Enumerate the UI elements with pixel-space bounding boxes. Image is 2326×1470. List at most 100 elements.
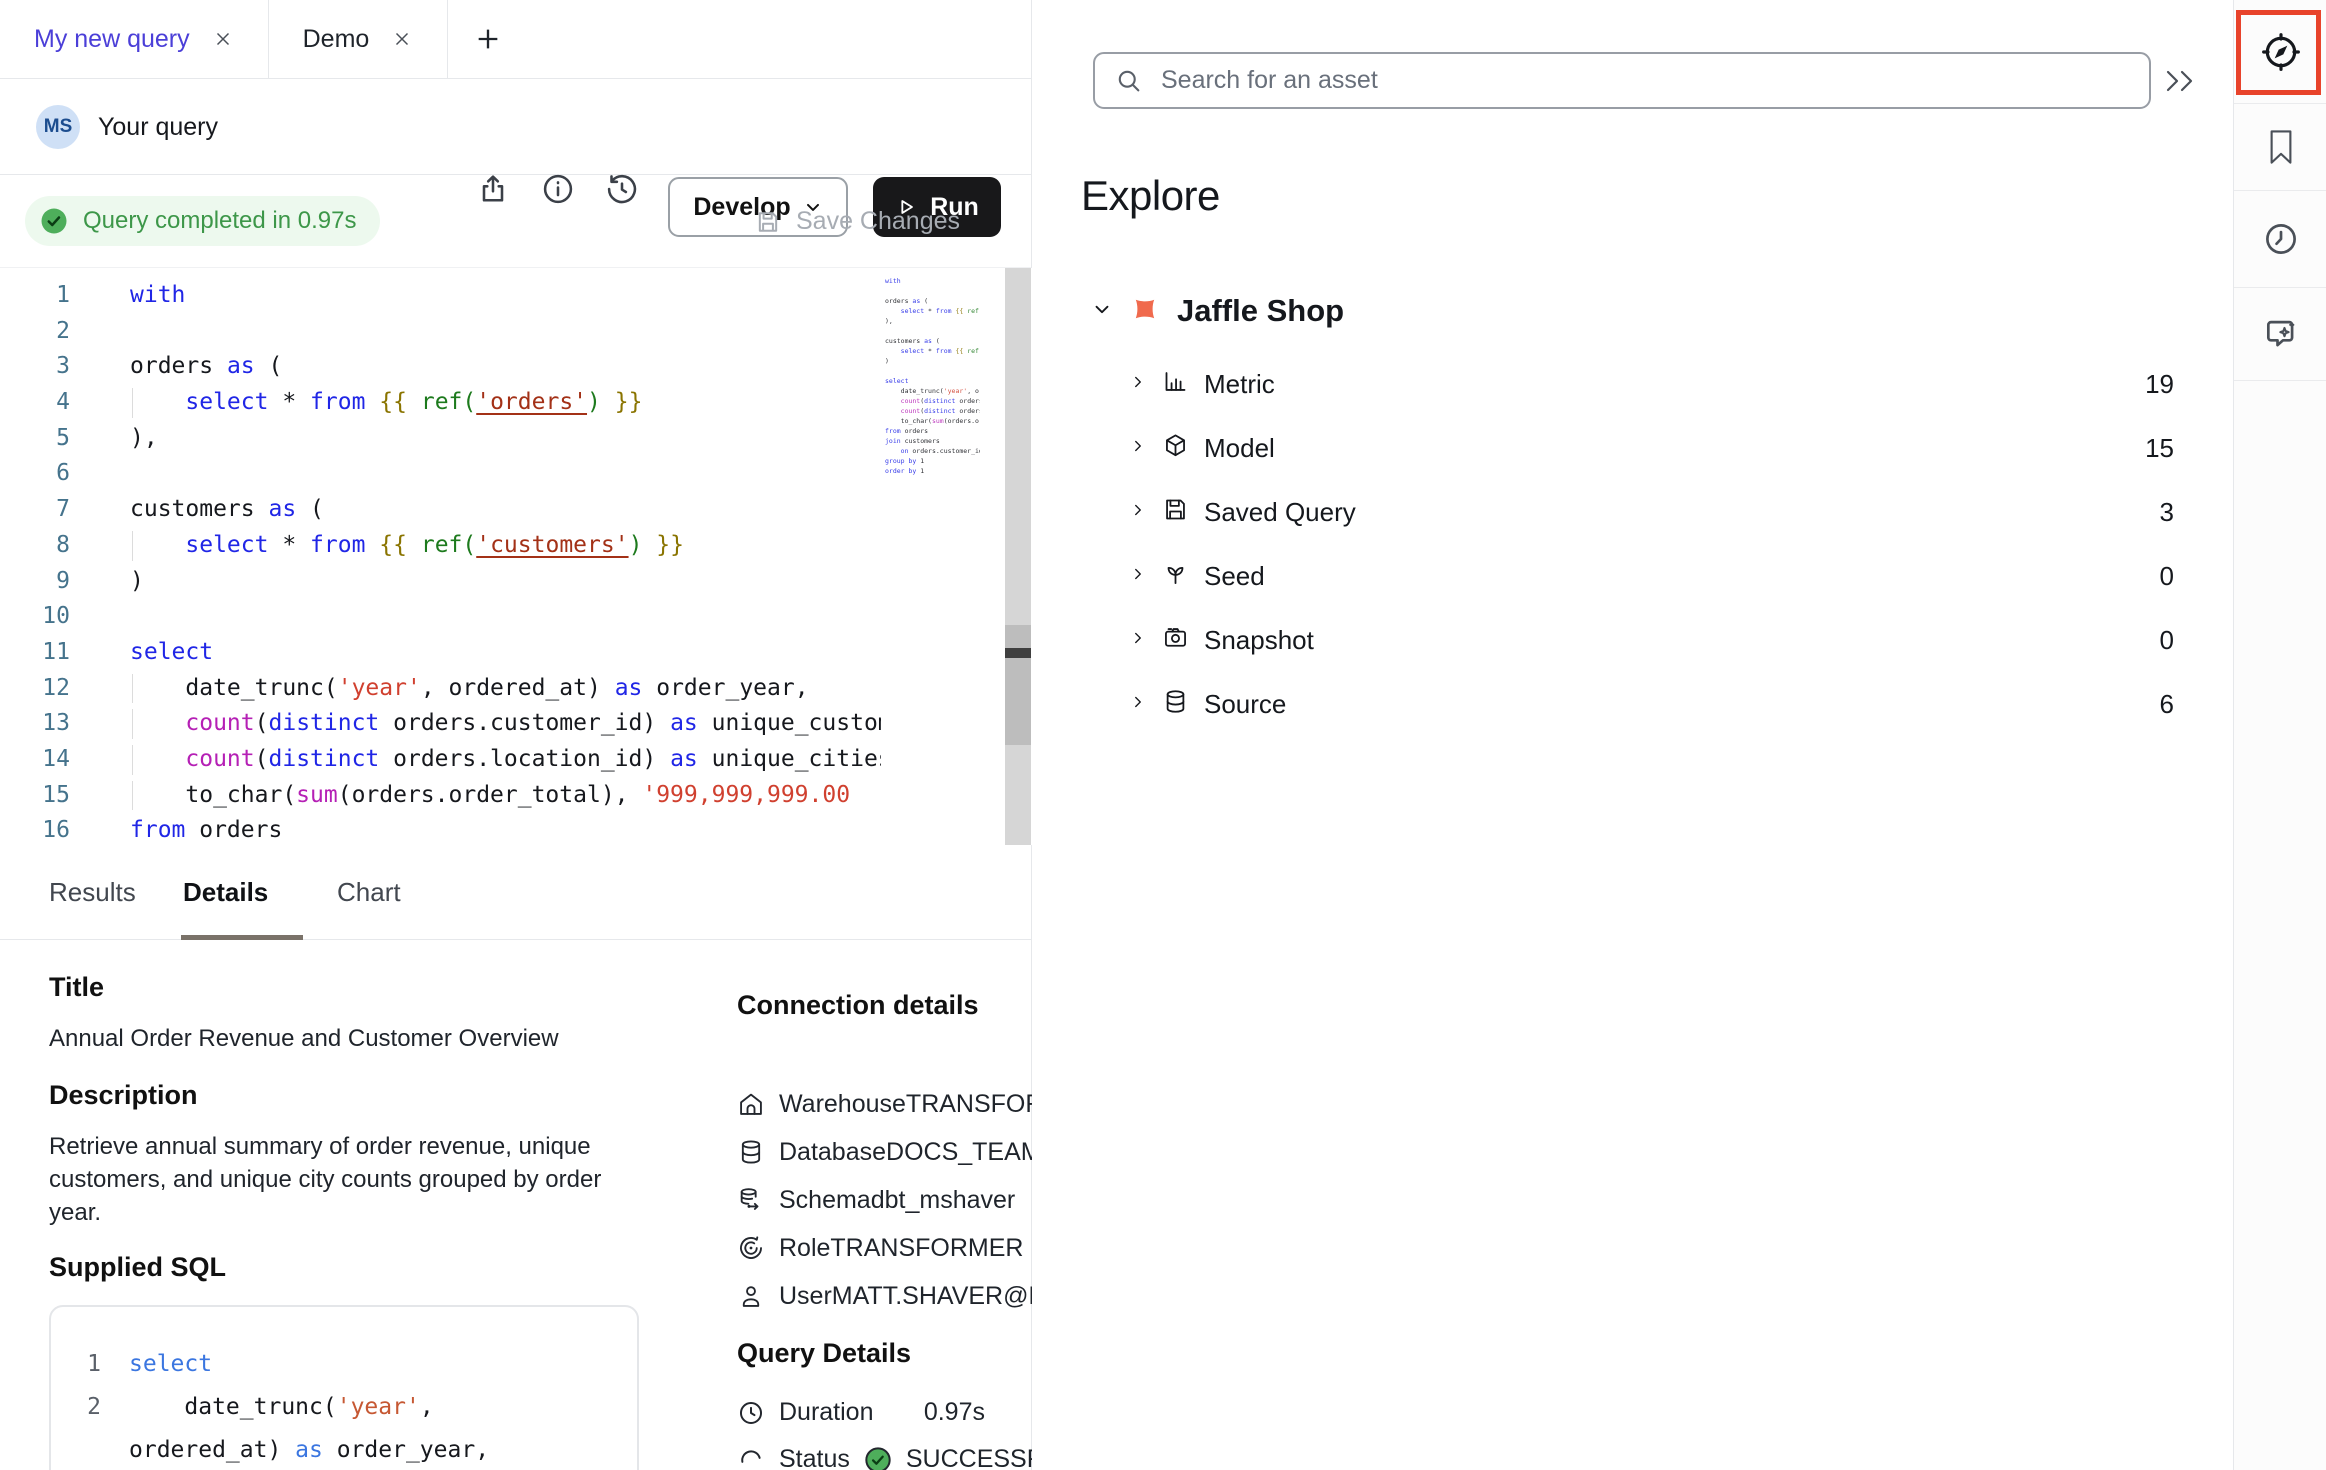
- tab-demo[interactable]: Demo: [269, 0, 449, 78]
- dbt-logo-icon: [1129, 293, 1161, 330]
- query-status-text: Query completed in 0.97s: [83, 207, 356, 235]
- minimap-line: join customers: [885, 436, 980, 446]
- save-changes-button[interactable]: Save Changes: [754, 175, 960, 268]
- status-row: Status SUCCESSFUL: [737, 1445, 1032, 1470]
- chat-sparkle-icon: [2262, 315, 2300, 353]
- project-name: Jaffle Shop: [1177, 293, 1344, 329]
- code-line[interactable]: 4 select * from {{ ref('orders') }}: [0, 385, 881, 421]
- tree-item-source[interactable]: Source 6: [1129, 672, 2174, 736]
- double-chevron-right-icon: [2163, 66, 2197, 96]
- connection-text: Schemadbt_mshaver: [779, 1186, 1015, 1215]
- code-line[interactable]: 12 date_trunc('year', ordered_at) as ord…: [0, 671, 881, 707]
- chevron-right-icon[interactable]: [1129, 373, 1147, 396]
- asset-search[interactable]: [1093, 52, 2151, 109]
- tree-item-count: 3: [2160, 497, 2174, 528]
- explore-heading: Explore: [1081, 172, 1220, 220]
- chevron-right-icon[interactable]: [1129, 437, 1147, 460]
- asset-tree: Metric 19 Model 15 Saved Query 3 Seed 0 …: [1129, 352, 2174, 736]
- tree-item-label: Snapshot: [1204, 625, 1314, 656]
- project-jaffle-shop[interactable]: Jaffle Shop: [1091, 288, 1344, 334]
- query-tab-bar: My new query Demo: [0, 0, 1031, 79]
- editor-scrollbar[interactable]: [1005, 268, 1031, 845]
- collapse-panel-button[interactable]: [2163, 66, 2197, 96]
- tree-item-count: 15: [2145, 433, 2174, 464]
- minimap-line: to_char(sum(orders.order_total), '999,99…: [885, 416, 980, 426]
- tab-label: My new query: [34, 25, 190, 54]
- editor-code[interactable]: 1with23orders as (4 select * from {{ ref…: [0, 278, 881, 845]
- duration-label: Duration: [779, 1398, 874, 1427]
- code-line[interactable]: 15 to_char(sum(orders.order_total), '999…: [0, 778, 881, 814]
- chevron-right-icon[interactable]: [1129, 693, 1147, 716]
- right-icon-rail: [2233, 0, 2326, 1470]
- close-icon[interactable]: [212, 28, 234, 50]
- close-icon[interactable]: [391, 28, 413, 50]
- code-line[interactable]: 10: [0, 599, 881, 635]
- tab-chart[interactable]: Chart: [337, 845, 401, 940]
- tab-my-new-query[interactable]: My new query: [0, 0, 269, 78]
- query-workspace: My new query Demo MS Your query: [0, 0, 1032, 1470]
- tab-results[interactable]: Results: [49, 845, 136, 940]
- scrollbar-thumb[interactable]: [1005, 625, 1031, 745]
- title-heading: Title: [49, 972, 104, 1003]
- new-tab-button[interactable]: [448, 0, 528, 78]
- warehouse-icon: [737, 1090, 765, 1118]
- code-line[interactable]: 11select: [0, 635, 881, 671]
- tree-item-snapshot[interactable]: Snapshot 0: [1129, 608, 2174, 672]
- description-value: Retrieve annual summary of order revenue…: [49, 1130, 624, 1229]
- minimap-line: [885, 286, 980, 296]
- sql-editor[interactable]: 1with23orders as (4 select * from {{ ref…: [0, 268, 1032, 845]
- chevron-down-icon[interactable]: [1091, 298, 1113, 325]
- supplied-sql-code-block: 1select2 date_trunc('year',ordered_at) a…: [49, 1305, 639, 1470]
- scrollbar-position-mark: [1005, 648, 1031, 658]
- tree-item-model[interactable]: Model 15: [1129, 416, 2174, 480]
- avatar: MS: [36, 105, 80, 149]
- code-line[interactable]: 13 count(distinct orders.customer_id) as…: [0, 706, 881, 742]
- clock-icon: [737, 1399, 765, 1427]
- tree-item-seed[interactable]: Seed 0: [1129, 544, 2174, 608]
- search-icon: [1115, 67, 1143, 95]
- connection-database: DatabaseDOCS_TEAM_: [737, 1128, 1032, 1176]
- chevron-right-icon[interactable]: [1129, 629, 1147, 652]
- plus-icon: [474, 25, 502, 53]
- connection-text: WarehouseTRANSFORMING: [779, 1090, 1032, 1119]
- chevron-right-icon[interactable]: [1129, 501, 1147, 524]
- code-line[interactable]: 6: [0, 456, 881, 492]
- tree-item-saved_query[interactable]: Saved Query 3: [1129, 480, 2174, 544]
- rail-explore-button[interactable]: [2234, 0, 2326, 103]
- user-icon: [737, 1282, 765, 1310]
- title-value: Annual Order Revenue and Customer Overvi…: [49, 1025, 559, 1053]
- rail-assistant-button[interactable]: [2234, 288, 2326, 380]
- minimap-line: select: [885, 376, 980, 386]
- code-line[interactable]: 3orders as (: [0, 349, 881, 385]
- success-check-icon: [864, 1446, 892, 1470]
- save-changes-label: Save Changes: [796, 207, 960, 236]
- minimap-line: on orders.customer_id = customers.custom…: [885, 446, 980, 456]
- chevron-right-icon[interactable]: [1129, 565, 1147, 588]
- saved_query-icon: [1162, 496, 1189, 528]
- tree-item-label: Saved Query: [1204, 497, 1356, 528]
- code-line[interactable]: 16from orders: [0, 813, 881, 845]
- duration-row: Duration 0.97s: [737, 1398, 985, 1427]
- rail-bookmarks-button[interactable]: [2234, 104, 2326, 190]
- tree-item-count: 19: [2145, 369, 2174, 400]
- status-label: Status: [779, 1445, 850, 1470]
- tree-item-metric[interactable]: Metric 19: [1129, 352, 2174, 416]
- editor-minimap[interactable]: withorders as ( select * from {{ ref('or…: [885, 276, 980, 576]
- code-line[interactable]: 8 select * from {{ ref('customers') }}: [0, 528, 881, 564]
- description-heading: Description: [49, 1080, 198, 1111]
- search-input[interactable]: [1161, 66, 2129, 95]
- code-line[interactable]: 7customers as (: [0, 492, 881, 528]
- code-line[interactable]: 5),: [0, 421, 881, 457]
- snapshot-icon: [1162, 624, 1189, 656]
- code-line[interactable]: 1with: [0, 278, 881, 314]
- role-icon: [737, 1234, 765, 1262]
- rail-history-button[interactable]: [2234, 191, 2326, 287]
- tree-item-count: 0: [2160, 625, 2174, 656]
- tree-item-label: Model: [1204, 433, 1275, 464]
- minimap-line: select * from {{ ref('customers') }}: [885, 346, 980, 356]
- code-line[interactable]: 2: [0, 314, 881, 350]
- code-line[interactable]: 9): [0, 564, 881, 600]
- rail-divider: [2234, 380, 2326, 381]
- tab-details[interactable]: Details: [183, 845, 268, 940]
- code-line[interactable]: 14 count(distinct orders.location_id) as…: [0, 742, 881, 778]
